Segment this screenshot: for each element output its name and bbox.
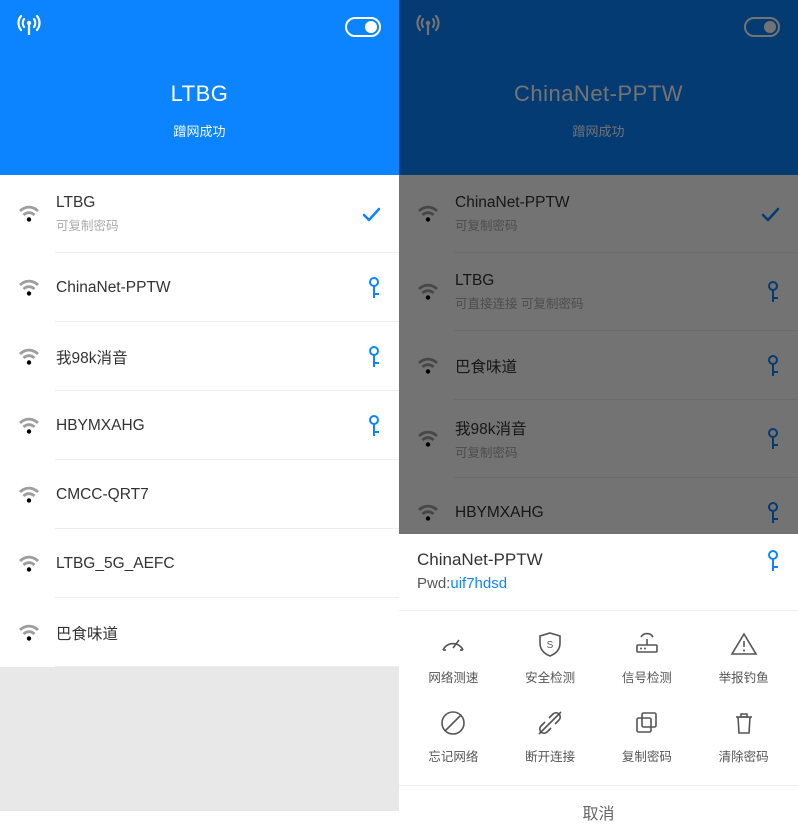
list-item[interactable]: HBYMXAHG — [0, 391, 399, 460]
wifi-name: HBYMXAHG — [56, 417, 367, 435]
action-label: 网络测速 — [428, 667, 478, 686]
warning-icon — [729, 629, 759, 659]
wifi-icon — [18, 348, 40, 366]
svg-text:S: S — [547, 640, 554, 651]
action-disconnect[interactable]: 断开连接 — [502, 708, 599, 765]
key-icon — [766, 550, 780, 572]
action-report-phishing[interactable]: 举报钓鱼 — [695, 629, 792, 686]
header-subtitle: 蹭网成功 — [0, 121, 399, 140]
wifi-icon — [18, 624, 40, 642]
wifi-name: ChinaNet-PPTW — [56, 279, 367, 297]
wifi-icon — [18, 486, 40, 504]
action-sheet: ChinaNet-PPTW Pwd: uif7hdsd 网络测速 S 安全检测 — [399, 534, 798, 840]
list-item[interactable]: LTBG_5G_AEFC — [0, 529, 399, 598]
wifi-list: LTBG可复制密码 ChinaNet-PPTW 我98k消音 HBYMXAHG … — [0, 175, 399, 667]
wifi-icon — [18, 555, 40, 573]
key-icon — [367, 415, 381, 437]
action-label: 信号检测 — [622, 667, 672, 686]
shield-icon: S — [535, 629, 565, 659]
header-title: LTBG — [0, 81, 399, 107]
wifi-name: CMCC-QRT7 — [56, 486, 381, 504]
action-speed-test[interactable]: 网络测速 — [405, 629, 502, 686]
wifi-name: LTBG — [56, 194, 361, 212]
wifi-sub: 可复制密码 — [56, 215, 361, 234]
action-security-check[interactable]: S 安全检测 — [502, 629, 599, 686]
list-item[interactable]: CMCC-QRT7 — [0, 460, 399, 529]
action-label: 复制密码 — [622, 746, 672, 765]
check-icon — [361, 204, 381, 224]
wifi-icon — [18, 417, 40, 435]
list-item[interactable]: 我98k消音 — [0, 322, 399, 391]
header-top-bar — [0, 0, 399, 41]
empty-area — [0, 667, 399, 811]
action-label: 清除密码 — [719, 746, 769, 765]
action-label: 忘记网络 — [428, 746, 478, 765]
trash-icon — [729, 708, 759, 738]
wifi-icon — [18, 279, 40, 297]
actions-grid: 网络测速 S 安全检测 信号检测 举报钓鱼 忘记网络 — [399, 611, 798, 786]
wifi-name: 巴食味道 — [56, 622, 381, 644]
action-label: 安全检测 — [525, 667, 575, 686]
panel-left: LTBG 蹭网成功 LTBG 可复制密码 ChinaNet-PPTW 我98k消音… — [0, 0, 399, 840]
broadcast-icon — [15, 12, 43, 41]
sheet-title: ChinaNet-PPTW — [417, 550, 766, 570]
wifi-name: 我98k消音 — [56, 346, 367, 368]
key-icon — [367, 346, 381, 368]
key-icon — [367, 277, 381, 299]
action-signal-check[interactable]: 信号检测 — [599, 629, 696, 686]
router-icon — [632, 629, 662, 659]
cancel-button[interactable]: 取消 — [399, 786, 798, 840]
list-item[interactable]: ChinaNet-PPTW — [0, 253, 399, 322]
wifi-icon — [18, 205, 40, 223]
action-label: 举报钓鱼 — [719, 667, 769, 686]
wifi-toggle[interactable] — [345, 17, 381, 37]
disconnect-icon — [535, 708, 565, 738]
list-item[interactable]: LTBG 可复制密码 — [0, 175, 399, 253]
action-forget-network[interactable]: 忘记网络 — [405, 708, 502, 765]
action-copy-password[interactable]: 复制密码 — [599, 708, 696, 765]
panel-right: ChinaNet-PPTW 蹭网成功 ChinaNet-PPTW可复制密码 LT… — [399, 0, 798, 840]
copy-icon — [632, 708, 662, 738]
action-label: 断开连接 — [525, 746, 575, 765]
pwd-value: uif7hdsd — [450, 575, 507, 592]
header: LTBG 蹭网成功 — [0, 0, 399, 175]
pwd-label: Pwd: — [417, 575, 450, 592]
action-clear-password[interactable]: 清除密码 — [695, 708, 792, 765]
gauge-icon — [438, 629, 468, 659]
wifi-name: LTBG_5G_AEFC — [56, 555, 381, 573]
forbid-icon — [438, 708, 468, 738]
sheet-header: ChinaNet-PPTW Pwd: uif7hdsd — [399, 534, 798, 611]
list-item[interactable]: 巴食味道 — [0, 598, 399, 667]
